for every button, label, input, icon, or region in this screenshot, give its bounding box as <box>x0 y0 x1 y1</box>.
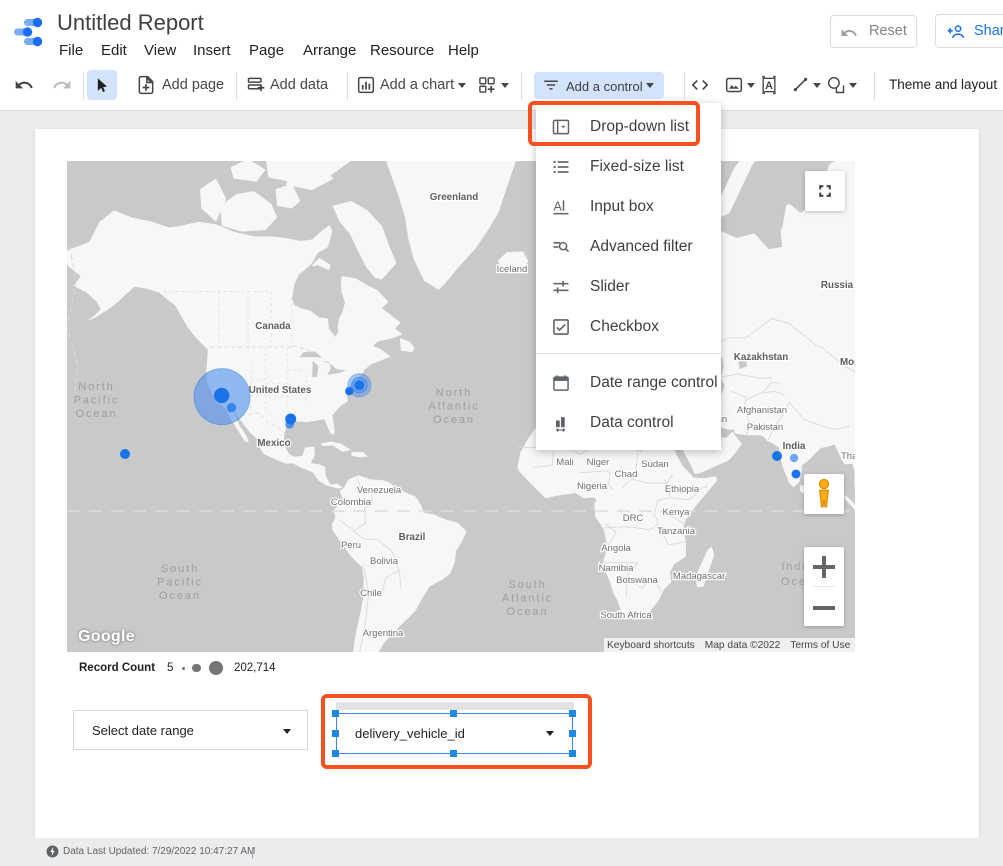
svg-text:Venezuela: Venezuela <box>357 485 402 496</box>
svg-text:Chile: Chile <box>360 588 382 599</box>
svg-text:Mexico: Mexico <box>257 438 290 449</box>
svg-text:Mali: Mali <box>556 457 573 468</box>
svg-text:South Africa: South Africa <box>600 610 652 621</box>
svg-text:Iceland: Iceland <box>497 264 528 275</box>
svg-text:Brazil: Brazil <box>399 532 426 543</box>
svg-text:Angola: Angola <box>601 543 631 554</box>
svg-text:Sudan: Sudan <box>641 459 668 470</box>
svg-text:Mongolia: Mongolia <box>840 357 855 368</box>
svg-text:Canada: Canada <box>255 321 291 332</box>
svg-text:Nigeria: Nigeria <box>577 481 608 492</box>
svg-text:Colombia: Colombia <box>331 497 372 508</box>
svg-text:Atlantic: Atlantic <box>428 401 479 413</box>
svg-text:Pacific: Pacific <box>157 577 203 589</box>
svg-text:Ocean: Ocean <box>76 408 118 420</box>
svg-text:North: North <box>436 387 472 399</box>
svg-text:Thailand: Thailand <box>841 451 855 462</box>
svg-text:Bolivia: Bolivia <box>370 556 399 567</box>
svg-text:Tanzania: Tanzania <box>657 526 696 537</box>
svg-text:Kazakhstan: Kazakhstan <box>734 352 788 363</box>
svg-text:Atlantic: Atlantic <box>502 593 553 605</box>
svg-text:DRC: DRC <box>623 513 644 524</box>
svg-text:Ocean: Ocean <box>433 414 475 426</box>
svg-text:South: South <box>508 579 546 591</box>
svg-text:Chad: Chad <box>615 469 638 480</box>
svg-text:Namibia: Namibia <box>599 563 635 574</box>
svg-text:India: India <box>783 441 806 452</box>
svg-text:Ocean: Ocean <box>507 606 549 618</box>
svg-text:Greenland: Greenland <box>430 192 478 203</box>
svg-text:Peru: Peru <box>341 540 361 551</box>
svg-text:United States: United States <box>249 385 312 396</box>
svg-text:Argentina: Argentina <box>363 628 404 639</box>
svg-text:Afghanistan: Afghanistan <box>737 405 787 416</box>
svg-text:Ocean: Ocean <box>159 590 201 602</box>
svg-text:Kenya: Kenya <box>663 507 691 518</box>
svg-text:Ethiopia: Ethiopia <box>665 484 700 495</box>
svg-text:Madagascar: Madagascar <box>673 571 725 582</box>
svg-text:Russia: Russia <box>821 280 854 291</box>
svg-text:North: North <box>78 381 114 393</box>
svg-text:Pacific: Pacific <box>74 395 120 407</box>
svg-text:Niger: Niger <box>587 457 610 468</box>
svg-text:A: A <box>553 199 562 213</box>
svg-text:Botswana: Botswana <box>616 575 658 586</box>
svg-text:South: South <box>161 563 199 575</box>
svg-text:Pakistan: Pakistan <box>747 422 783 433</box>
